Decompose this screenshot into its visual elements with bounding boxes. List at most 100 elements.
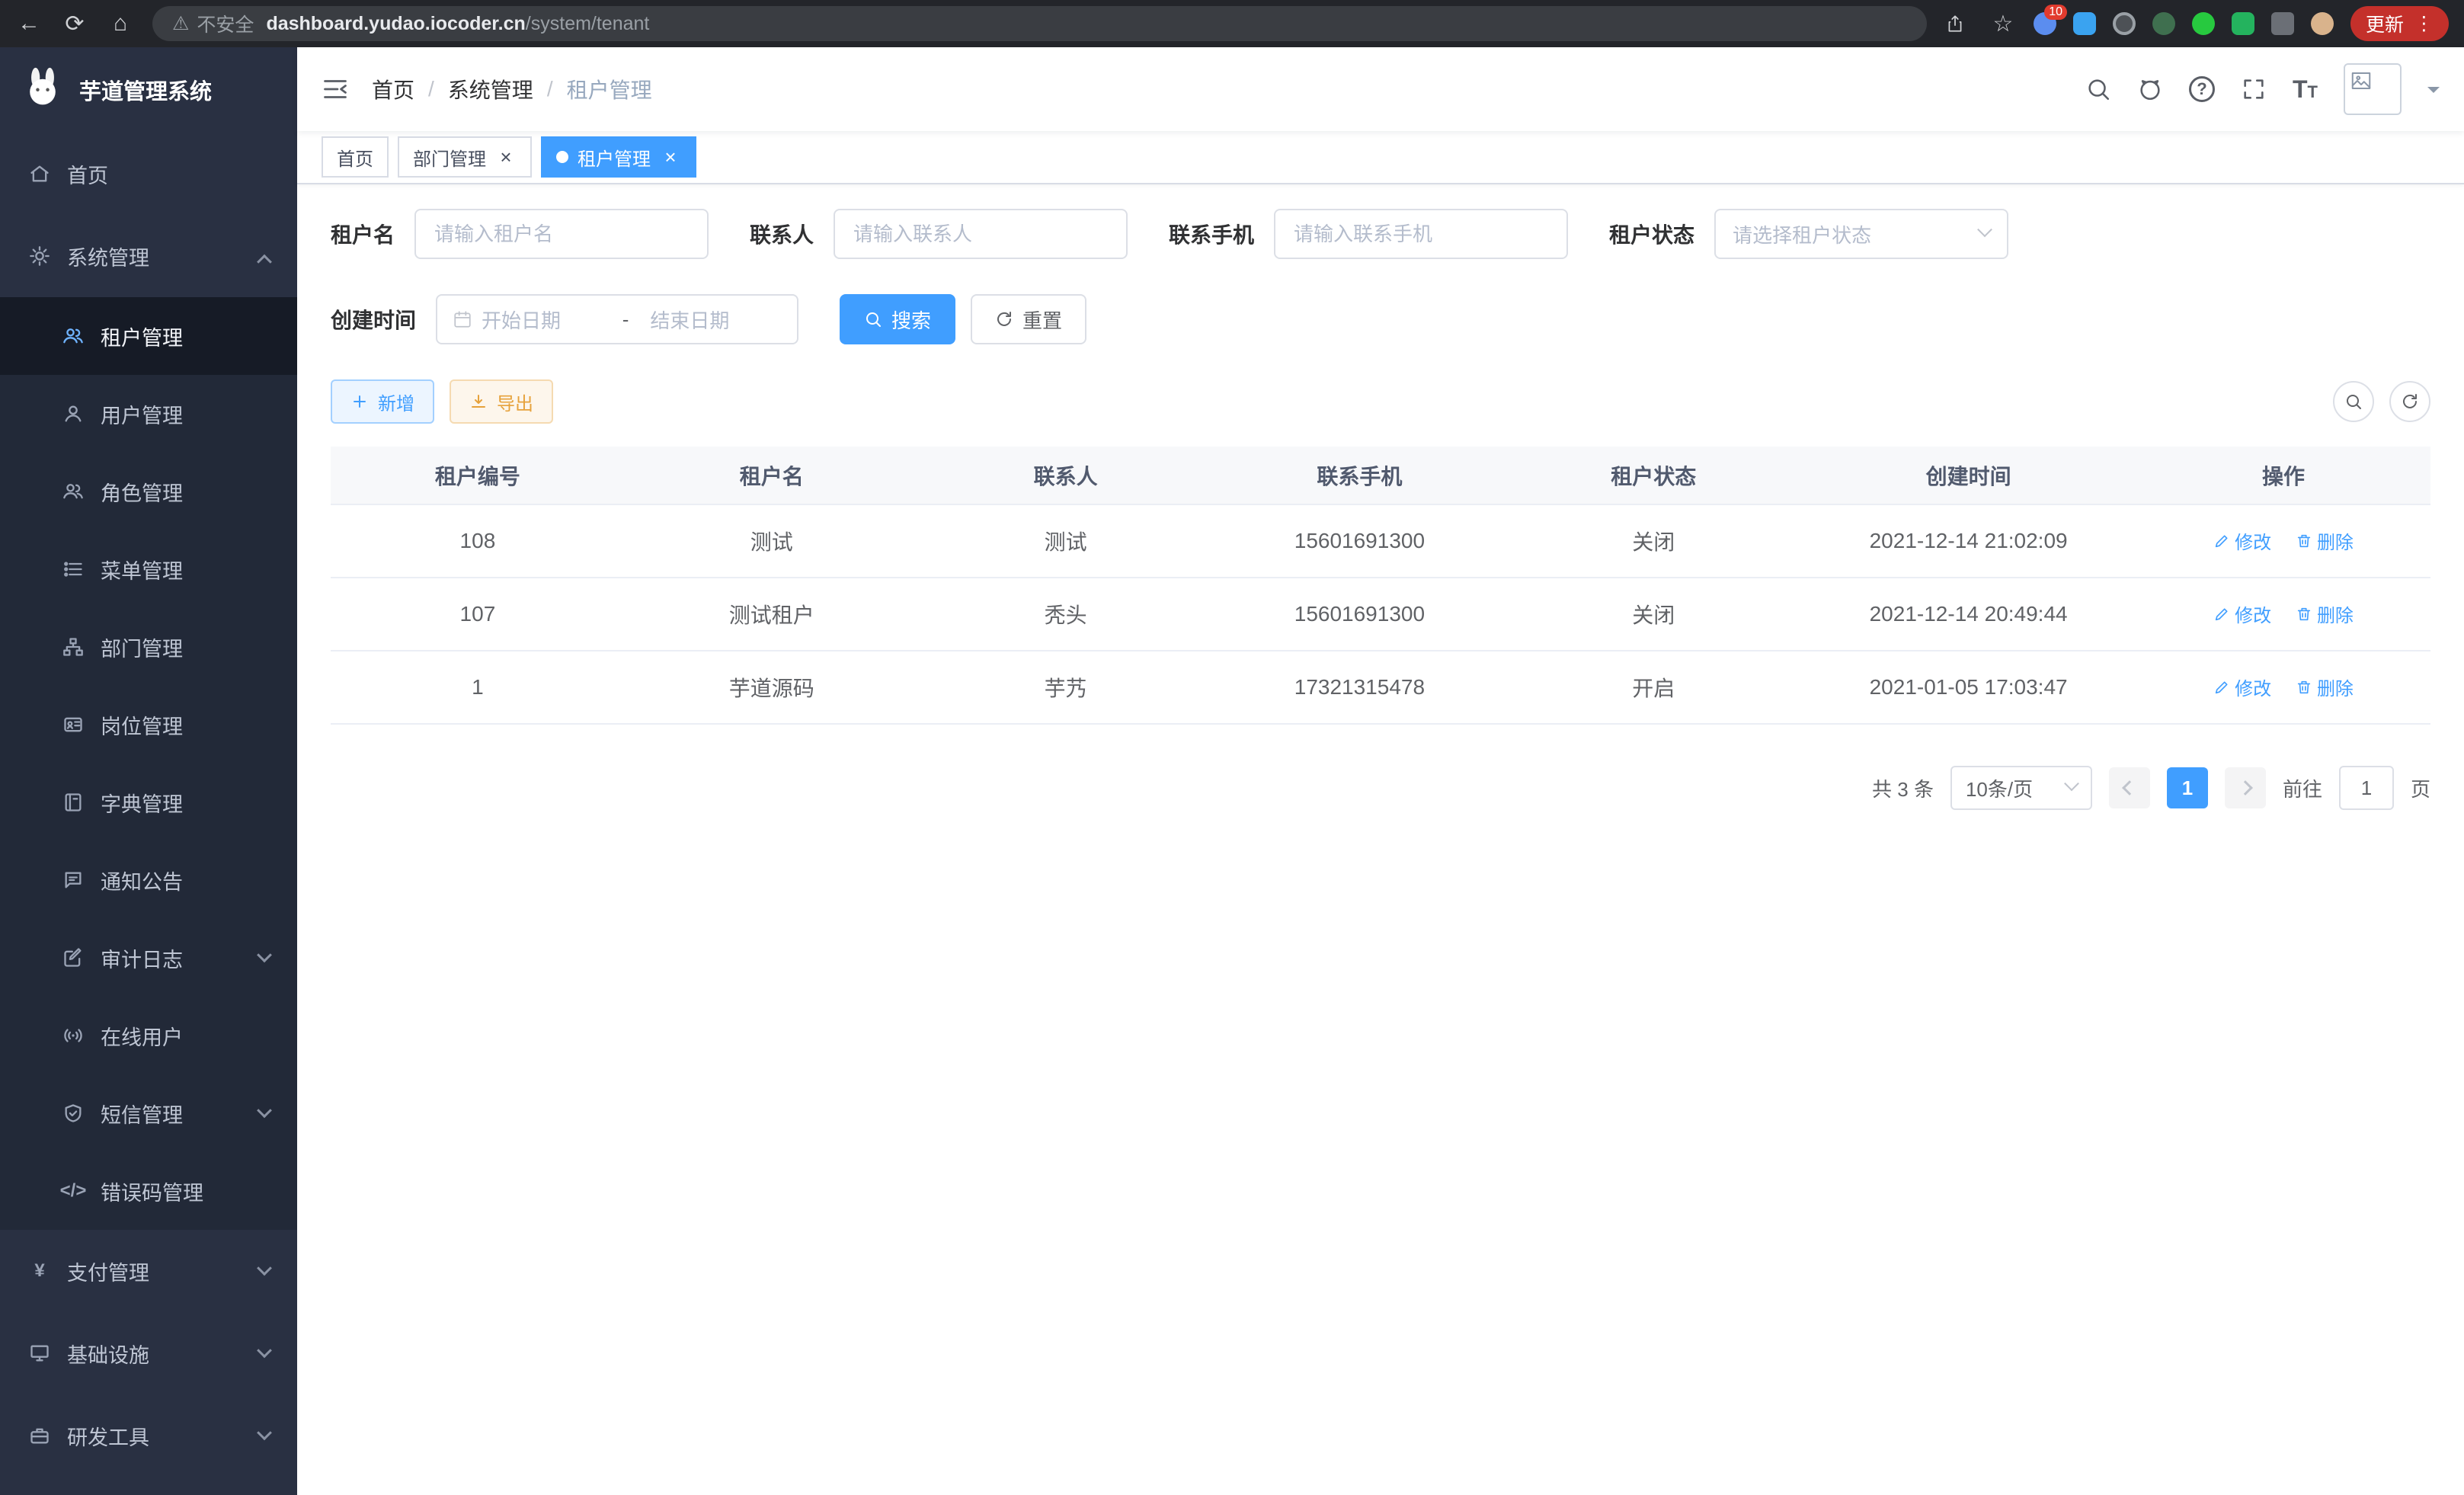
sidebar-fold-icon[interactable]	[322, 75, 349, 103]
extension-icon[interactable]: 10	[2034, 12, 2056, 35]
extension-icon[interactable]	[2192, 12, 2215, 35]
header-search-icon[interactable]	[2085, 76, 2111, 102]
edit-link[interactable]: 修改	[2213, 600, 2271, 627]
date-range-picker[interactable]: 开始日期 - 结束日期	[436, 294, 798, 344]
pagination: 共 3 条 10条/页 1 前往 页	[331, 766, 2430, 810]
extension-icon[interactable]	[2271, 12, 2294, 35]
calendar-icon	[453, 309, 472, 329]
sidebar-item-home[interactable]: 首页	[0, 133, 297, 215]
mobile-input[interactable]	[1274, 209, 1568, 259]
browser-home-icon[interactable]: ⌂	[107, 11, 134, 37]
delete-link[interactable]: 删除	[2296, 527, 2354, 554]
extension-icon[interactable]	[2113, 12, 2136, 35]
prev-page-button[interactable]	[2109, 767, 2150, 808]
close-icon[interactable]: ×	[495, 146, 517, 168]
next-page-button[interactable]	[2225, 767, 2266, 808]
dashboard-icon	[27, 163, 52, 184]
avatar[interactable]	[2344, 63, 2402, 115]
extension-icon[interactable]	[2232, 12, 2254, 35]
tenant-table: 租户编号 租户名 联系人 联系手机 租户状态 创建时间 操作 108 测试	[331, 447, 2430, 725]
tags-view: 首页 部门管理 × 租户管理 ×	[297, 131, 2464, 184]
delete-link[interactable]: 删除	[2296, 600, 2354, 627]
edit-link[interactable]: 修改	[2213, 527, 2271, 554]
sidebar-item-roles[interactable]: 角色管理	[0, 453, 297, 530]
chevron-down-icon	[259, 1102, 270, 1125]
column-header: 租户编号	[331, 447, 625, 504]
toolbox-icon	[27, 1425, 52, 1446]
sidebar-item-label: 支付管理	[67, 1257, 149, 1286]
profile-avatar-icon[interactable]	[2311, 12, 2334, 35]
extension-icon[interactable]	[2152, 12, 2175, 35]
export-button[interactable]: 导出	[450, 379, 553, 424]
goto-page-input[interactable]	[2339, 766, 2394, 810]
toggle-search-icon[interactable]	[2333, 381, 2374, 422]
breadcrumb-item[interactable]: 首页	[372, 74, 414, 104]
security-warning[interactable]: ⚠ 不安全	[172, 10, 254, 37]
gear-icon	[27, 245, 52, 267]
current-page-button[interactable]: 1	[2167, 767, 2208, 808]
yen-icon: ¥	[27, 1260, 52, 1282]
breadcrumb-current: 租户管理	[567, 74, 652, 104]
chevron-up-icon	[259, 245, 270, 268]
close-icon[interactable]: ×	[660, 146, 681, 168]
sidebar-item-label: 岗位管理	[101, 710, 183, 740]
bookmark-star-icon[interactable]: ☆	[1989, 11, 2017, 37]
cell-tenant-id: 1	[331, 651, 625, 724]
goto-label: 前往	[2283, 774, 2322, 802]
sidebar-item-online-users[interactable]: 在线用户	[0, 997, 297, 1074]
delete-link[interactable]: 删除	[2296, 674, 2354, 700]
sidebar-item-users[interactable]: 用户管理	[0, 375, 297, 453]
cell-created: 2021-12-14 20:49:44	[1800, 578, 2136, 651]
cell-status: 开启	[1506, 651, 1800, 724]
breadcrumb-item[interactable]: 系统管理	[448, 74, 533, 104]
sidebar-item-infrastructure[interactable]: 基础设施	[0, 1312, 297, 1394]
add-button[interactable]: 新增	[331, 379, 434, 424]
tenant-name-input[interactable]	[414, 209, 709, 259]
font-size-icon[interactable]: TT	[2293, 75, 2318, 104]
contact-input[interactable]	[834, 209, 1128, 259]
tag-home[interactable]: 首页	[322, 136, 389, 178]
sidebar-item-dev-tools[interactable]: 研发工具	[0, 1394, 297, 1477]
url-domain: dashboard.yudao.iocoder.cn	[266, 13, 525, 34]
sidebar-item-payment[interactable]: ¥ 支付管理	[0, 1230, 297, 1312]
main-area: 首页 / 系统管理 / 租户管理 ? TT	[297, 47, 2464, 1495]
sidebar-item-tenant[interactable]: 租户管理	[0, 297, 297, 375]
share-icon[interactable]	[1945, 14, 1973, 34]
refresh-table-icon[interactable]	[2389, 381, 2430, 422]
edit-link[interactable]: 修改	[2213, 674, 2271, 700]
avatar-caret-down-icon[interactable]	[2427, 87, 2440, 99]
sidebar-item-audit-log[interactable]: 审计日志	[0, 919, 297, 997]
sidebar-item-label: 在线用户	[101, 1021, 183, 1051]
browser-back-icon[interactable]: ←	[15, 11, 43, 37]
sidebar: 芋道管理系统 首页 系统管理 租户管理 用户管理	[0, 47, 297, 1495]
column-header: 租户名	[625, 447, 919, 504]
sidebar-item-error-codes[interactable]: </> 错误码管理	[0, 1152, 297, 1230]
status-select[interactable]: 请选择租户状态	[1714, 209, 2008, 259]
sidebar-item-menus[interactable]: 菜单管理	[0, 530, 297, 608]
users-icon	[61, 481, 85, 502]
shield-icon	[61, 1103, 85, 1124]
column-header: 租户状态	[1506, 447, 1800, 504]
fullscreen-icon[interactable]	[2241, 76, 2267, 102]
sidebar-item-system[interactable]: 系统管理	[0, 215, 297, 297]
reset-button[interactable]: 重置	[971, 294, 1086, 344]
tag-tenant[interactable]: 租户管理 ×	[541, 136, 696, 178]
address-bar[interactable]: ⚠ 不安全 dashboard.yudao.iocoder.cn/system/…	[152, 6, 1927, 41]
table-toolbar: 新增 导出	[331, 379, 2430, 424]
mobile-field: 联系手机	[1169, 209, 1568, 259]
browser-update-button[interactable]: 更新 ⋮	[2350, 6, 2449, 41]
page-size-select[interactable]: 10条/页	[1950, 766, 2092, 810]
tag-department[interactable]: 部门管理 ×	[398, 136, 532, 178]
sidebar-item-sms[interactable]: 短信管理	[0, 1074, 297, 1152]
sidebar-item-notice[interactable]: 通知公告	[0, 841, 297, 919]
sidebar-item-posts[interactable]: 岗位管理	[0, 686, 297, 764]
search-button[interactable]: 搜索	[840, 294, 955, 344]
sidebar-item-departments[interactable]: 部门管理	[0, 608, 297, 686]
sidebar-item-dict[interactable]: 字典管理	[0, 764, 297, 841]
help-icon[interactable]: ?	[2189, 76, 2215, 102]
browser-reload-icon[interactable]: ⟳	[61, 11, 88, 37]
github-icon[interactable]	[2137, 76, 2163, 102]
cell-contact: 芋艿	[919, 651, 1213, 724]
app-logo-row[interactable]: 芋道管理系统	[0, 47, 297, 133]
extension-icon[interactable]	[2073, 12, 2096, 35]
